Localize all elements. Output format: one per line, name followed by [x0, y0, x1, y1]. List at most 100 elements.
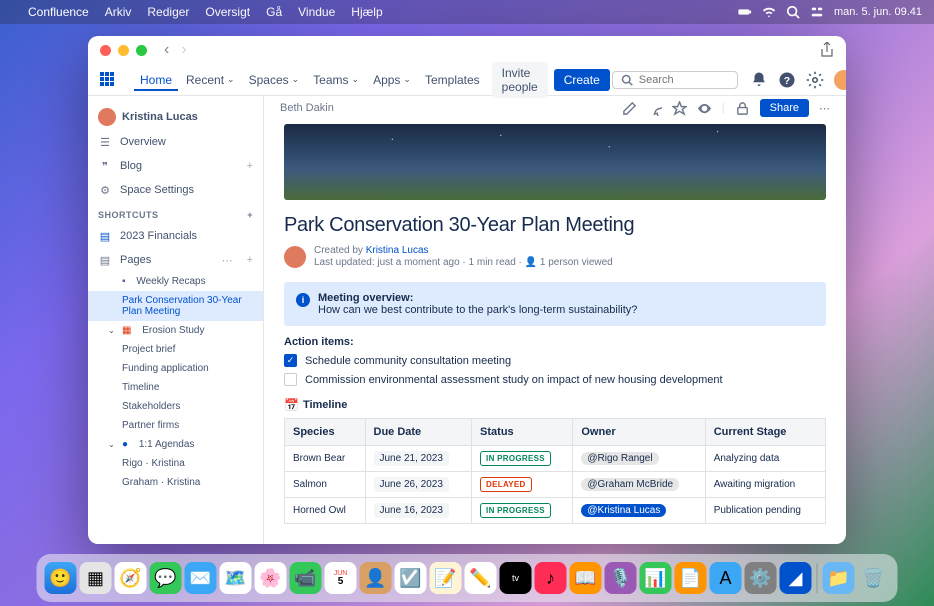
lock-icon[interactable]	[735, 101, 750, 116]
dock-settings[interactable]: ⚙️	[745, 562, 777, 594]
create-button[interactable]: Create	[554, 69, 610, 91]
star-icon[interactable]	[672, 101, 687, 116]
battery-icon[interactable]	[738, 5, 752, 19]
back-button[interactable]: ‹	[164, 41, 169, 59]
search-box[interactable]	[612, 71, 738, 89]
menu-oversigt[interactable]: Oversigt	[205, 5, 250, 19]
nav-recent[interactable]: Recent⌄	[180, 69, 241, 91]
dock-books[interactable]: 📖	[570, 562, 602, 594]
menu-hjaelp[interactable]: Hjælp	[351, 5, 382, 19]
nav-spaces[interactable]: Spaces⌄	[243, 69, 306, 91]
add-page-icon[interactable]: +	[247, 254, 253, 266]
tree-partners[interactable]: Partner firms	[88, 416, 263, 435]
author-avatar[interactable]	[284, 246, 306, 268]
svg-text:?: ?	[784, 74, 790, 86]
tree-funding[interactable]: Funding application	[88, 359, 263, 378]
forward-button[interactable]: ›	[181, 41, 186, 59]
cell-due: June 21, 2023	[365, 446, 472, 472]
checkbox-action-2[interactable]	[284, 373, 297, 386]
tree-graham[interactable]: Graham · Kristina	[88, 473, 263, 492]
dock-reminders[interactable]: ☑️	[395, 562, 427, 594]
sidebar-space-settings[interactable]: ⚙Space Settings	[88, 178, 263, 202]
dock-numbers[interactable]: 📊	[640, 562, 672, 594]
search-icon-menubar[interactable]	[786, 5, 800, 19]
menu-ga[interactable]: Gå	[266, 5, 282, 19]
user-mention[interactable]: @Graham McBride	[581, 478, 679, 491]
watch-icon[interactable]	[697, 101, 712, 116]
share-button[interactable]: Share	[760, 99, 809, 117]
tree-agendas[interactable]: ⌄● 1:1 Agendas	[88, 435, 263, 454]
help-icon[interactable]: ?	[778, 71, 796, 89]
app-name[interactable]: Confluence	[28, 5, 89, 19]
dock-messages[interactable]: 💬	[150, 562, 182, 594]
more-actions-icon[interactable]: ⋯	[819, 102, 830, 115]
dock-maps[interactable]: 🗺️	[220, 562, 252, 594]
space-header[interactable]: Kristina Lucas	[88, 104, 263, 130]
dock-downloads[interactable]: 📁	[823, 562, 855, 594]
app-switcher-icon[interactable]	[100, 72, 114, 88]
sidebar-overview[interactable]: ☰Overview	[88, 130, 263, 154]
dock-podcasts[interactable]: 🎙️	[605, 562, 637, 594]
dock-safari[interactable]: 🧭	[115, 562, 147, 594]
dock-mail[interactable]: ✉️	[185, 562, 217, 594]
cell-status: DELAYED	[472, 472, 573, 498]
tree-stakeholders[interactable]: Stakeholders	[88, 397, 263, 416]
table-row: Horned Owl June 16, 2023 IN PROGRESS @Kr…	[285, 498, 826, 524]
nav-home[interactable]: Home	[134, 69, 178, 91]
tree-erosion-study[interactable]: ⌄▦ Erosion Study	[88, 321, 263, 340]
zoom-window-button[interactable]	[136, 45, 147, 56]
dock-calendar[interactable]: JUN5	[325, 562, 357, 594]
profile-avatar[interactable]	[834, 70, 846, 90]
tree-project-brief[interactable]: Project brief	[88, 340, 263, 359]
cell-stage: Publication pending	[705, 498, 825, 524]
nav-apps[interactable]: Apps⌄	[367, 69, 417, 91]
author-link[interactable]: Kristina Lucas	[366, 245, 429, 256]
tree-timeline[interactable]: Timeline	[88, 378, 263, 397]
menu-rediger[interactable]: Rediger	[147, 5, 189, 19]
shortcut-2023-financials[interactable]: ▤2023 Financials	[88, 224, 263, 248]
close-window-button[interactable]	[100, 45, 111, 56]
dock-music[interactable]: ♪	[535, 562, 567, 594]
search-input[interactable]	[639, 74, 729, 86]
meeting-overview-panel: i Meeting overview: How can we best cont…	[284, 282, 826, 326]
invite-people-button[interactable]: Invite people	[492, 62, 548, 98]
comment-icon[interactable]	[647, 101, 662, 116]
nav-templates[interactable]: Templates	[419, 69, 486, 91]
breadcrumb[interactable]: Beth Dakin	[280, 102, 334, 114]
menubar-datetime[interactable]: man. 5. jun. 09.41	[834, 6, 922, 18]
macos-share-icon[interactable]	[820, 42, 834, 58]
dock-freeform[interactable]: ✏️	[465, 562, 497, 594]
dock-pages[interactable]: 📄	[675, 562, 707, 594]
sidebar-pages[interactable]: ▤Pages⋯+	[88, 248, 263, 272]
tree-park-conservation[interactable]: Park Conservation 30-Year Plan Meeting	[88, 291, 263, 321]
dock-tv[interactable]: tv	[500, 562, 532, 594]
dock-contacts[interactable]: 👤	[360, 562, 392, 594]
add-icon[interactable]: +	[247, 160, 253, 172]
tree-weekly-recaps[interactable]: ▪ Weekly Recaps	[88, 272, 263, 291]
dock-facetime[interactable]: 📹	[290, 562, 322, 594]
control-center-icon[interactable]	[810, 5, 824, 19]
dock-confluence[interactable]: ◢	[780, 562, 812, 594]
dock-appstore[interactable]: A	[710, 562, 742, 594]
dock-photos[interactable]: 🌸	[255, 562, 287, 594]
add-shortcut-icon[interactable]: +	[247, 210, 253, 220]
pages-more-icon[interactable]: ⋯	[222, 254, 233, 267]
wifi-icon[interactable]	[762, 5, 776, 19]
edit-icon[interactable]	[622, 101, 637, 116]
dock-finder[interactable]: 🙂	[45, 562, 77, 594]
minimize-window-button[interactable]	[118, 45, 129, 56]
user-mention[interactable]: @Rigo Rangel	[581, 452, 658, 465]
tree-rigo[interactable]: Rigo · Kristina	[88, 454, 263, 473]
settings-icon[interactable]	[806, 71, 824, 89]
checkbox-action-1[interactable]: ✓	[284, 354, 297, 367]
menu-vindue[interactable]: Vindue	[298, 5, 335, 19]
nav-teams[interactable]: Teams⌄	[307, 69, 365, 91]
menu-arkiv[interactable]: Arkiv	[105, 5, 132, 19]
dock-notes[interactable]: 📝	[430, 562, 462, 594]
sidebar-blog[interactable]: ❞Blog+	[88, 154, 263, 178]
main-content: Beth Dakin | Share ⋯ Park Conservation 3…	[264, 96, 846, 544]
notifications-icon[interactable]	[750, 71, 768, 89]
dock-launchpad[interactable]: ▦	[80, 562, 112, 594]
user-mention[interactable]: @Kristina Lucas	[581, 504, 666, 517]
dock-trash[interactable]: 🗑️	[858, 562, 890, 594]
